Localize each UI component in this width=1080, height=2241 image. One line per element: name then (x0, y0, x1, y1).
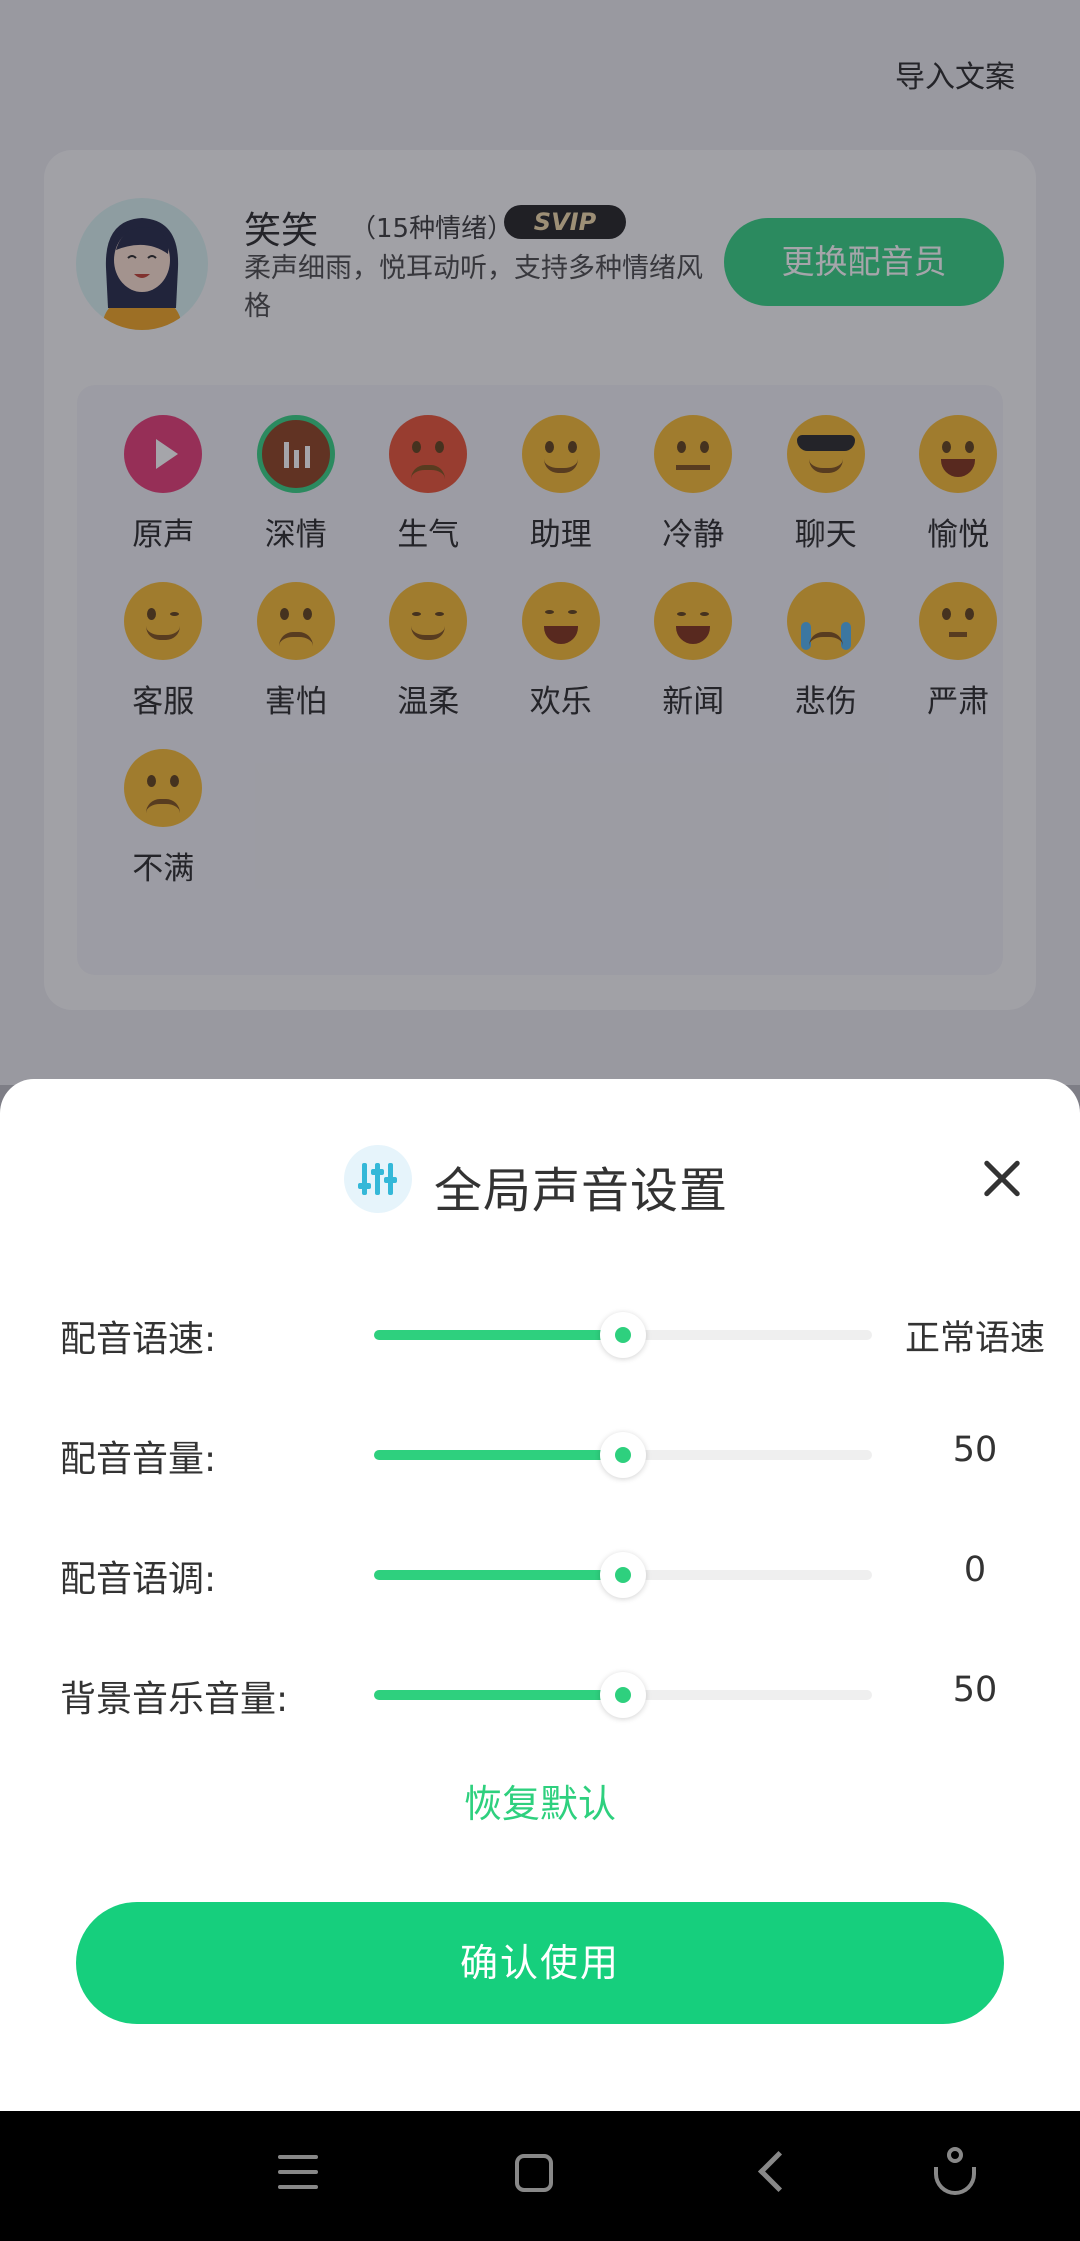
bgm-volume-value: 50 (952, 1670, 998, 1710)
back-icon[interactable] (757, 2150, 800, 2193)
speech-rate-row: 配音语速: 正常语速 (0, 1304, 1080, 1364)
bgm-volume-slider[interactable] (374, 1672, 872, 1718)
menu-icon[interactable] (278, 2155, 318, 2191)
assistant-icon[interactable] (932, 2147, 978, 2199)
speech-rate-slider[interactable] (374, 1312, 872, 1358)
sheet-title: 全局声音设置 (434, 1163, 729, 1219)
pitch-row: 配音语调: 0 (0, 1544, 1080, 1604)
equalizer-icon (344, 1145, 412, 1213)
pitch-slider[interactable] (374, 1552, 872, 1598)
slider-fill (374, 1330, 623, 1340)
volume-row: 配音音量: 50 (0, 1424, 1080, 1484)
slider-fill (374, 1570, 623, 1580)
modal-backdrop[interactable] (0, 0, 1080, 1085)
close-icon[interactable] (980, 1157, 1024, 1201)
slider-thumb[interactable] (600, 1312, 646, 1358)
slider-thumb[interactable] (600, 1672, 646, 1718)
speech-rate-value: 正常语速 (904, 1319, 1045, 1359)
system-nav-bar (0, 2111, 1080, 2241)
sheet-header: 全局声音设置 (0, 1079, 1080, 1219)
speech-rate-label: 配音语速: (60, 1319, 217, 1360)
global-voice-settings-sheet: 全局声音设置 配音语速: 正常语速 配音音量: 50 配音语调: 0 背景音乐音… (0, 1079, 1080, 2111)
volume-label: 配音音量: (60, 1439, 217, 1480)
pitch-label: 配音语调: (60, 1559, 217, 1600)
volume-slider[interactable] (374, 1432, 872, 1478)
volume-value: 50 (952, 1430, 998, 1470)
slider-thumb[interactable] (600, 1552, 646, 1598)
bgm-volume-label: 背景音乐音量: (60, 1679, 289, 1720)
slider-fill (374, 1450, 623, 1460)
bgm-volume-row: 背景音乐音量: 50 (0, 1664, 1080, 1724)
home-icon[interactable] (515, 2154, 553, 2192)
reset-default-button[interactable]: 恢复默认 (0, 1773, 1080, 1828)
slider-thumb[interactable] (600, 1432, 646, 1478)
slider-fill (374, 1690, 623, 1700)
confirm-use-button[interactable]: 确认使用 (76, 1902, 1004, 2024)
pitch-value: 0 (963, 1550, 987, 1590)
